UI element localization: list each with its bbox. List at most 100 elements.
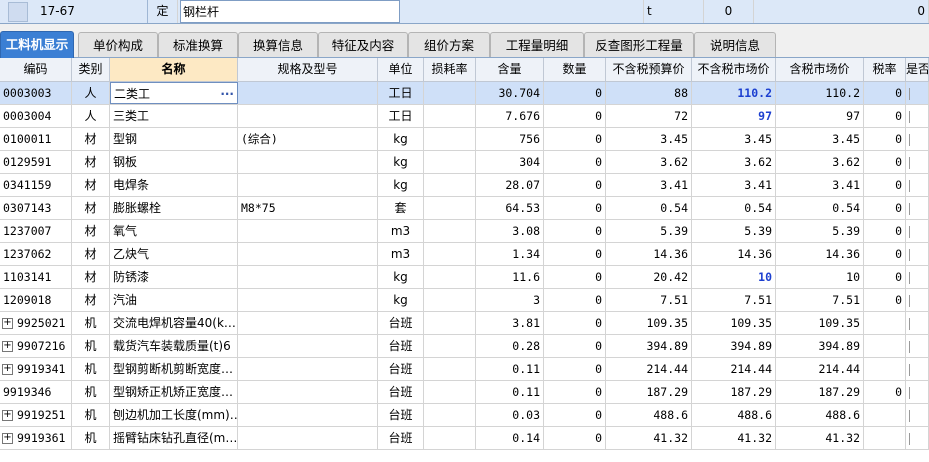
cell-tax-market-price[interactable]: 109.35: [776, 312, 864, 334]
cell-tax-market-price[interactable]: 394.89: [776, 335, 864, 357]
tab-material-display[interactable]: 工料机显示: [0, 31, 74, 58]
cell-tax-market-price[interactable]: 14.36: [776, 243, 864, 265]
cell-content[interactable]: 0.14: [476, 427, 544, 449]
cell-budget-price[interactable]: 3.62: [606, 151, 692, 173]
cell-market-price[interactable]: 110.2: [692, 82, 776, 104]
cell-content[interactable]: 0.11: [476, 381, 544, 403]
cell-name[interactable]: 型钢剪断机剪断宽度…: [110, 358, 238, 380]
cell-quantity[interactable]: 0: [544, 128, 606, 150]
cell-name[interactable]: 交流电焊机容量40(k…: [110, 312, 238, 334]
cell-loss[interactable]: [424, 220, 476, 242]
cell-type[interactable]: 材: [72, 289, 110, 311]
cell-loss[interactable]: [424, 243, 476, 265]
col-header-type[interactable]: 类别: [72, 58, 110, 81]
cell-name[interactable]: 摇臂钻床钻孔直径(m…: [110, 427, 238, 449]
col-header-content[interactable]: 含量: [476, 58, 544, 81]
cell-loss[interactable]: [424, 427, 476, 449]
plus-box-icon[interactable]: +: [2, 410, 13, 421]
cell-type[interactable]: 机: [72, 404, 110, 426]
cell-type[interactable]: 材: [72, 243, 110, 265]
cell-flag[interactable]: [906, 427, 929, 449]
cell-unit[interactable]: 台班: [378, 404, 424, 426]
cell-type[interactable]: 人: [72, 82, 110, 104]
table-row[interactable]: 1237062 材乙炔气 m3 1.34 0 14.36 14.36 14.36 0: [0, 243, 929, 266]
cell-spec[interactable]: [238, 358, 378, 380]
cell-market-price[interactable]: 14.36: [692, 243, 776, 265]
cell-tax-rate[interactable]: 0: [864, 266, 906, 288]
col-header-code[interactable]: 编码: [0, 58, 72, 81]
cell-tax-rate[interactable]: [864, 335, 906, 357]
cell-unit[interactable]: 台班: [378, 335, 424, 357]
cell-quantity[interactable]: 0: [544, 82, 606, 104]
cell-market-price[interactable]: 187.29: [692, 381, 776, 403]
cell-loss[interactable]: [424, 335, 476, 357]
cell-tax-rate[interactable]: 0: [864, 82, 906, 104]
flag-checkbox-icon[interactable]: [909, 202, 919, 215]
table-row[interactable]: +9919341 机型钢剪断机剪断宽度… 台班 0.11 0 214.44 214.44 21…: [0, 358, 929, 381]
cell-code[interactable]: 0003004: [0, 105, 72, 127]
cell-tax-rate[interactable]: 0: [864, 128, 906, 150]
plus-box-icon[interactable]: +: [2, 318, 13, 329]
cell-content[interactable]: 28.07: [476, 174, 544, 196]
table-row[interactable]: +9907216 机载货汽车装载质量(t)6 台班 0.28 0 394.89 394.89…: [0, 335, 929, 358]
tab-standard-conversion[interactable]: 标准换算: [158, 32, 238, 57]
cell-spec[interactable]: [238, 82, 378, 104]
cell-tax-rate[interactable]: 0: [864, 105, 906, 127]
cell-flag[interactable]: [906, 358, 929, 380]
cell-budget-price[interactable]: 88: [606, 82, 692, 104]
col-header-quantity[interactable]: 数量: [544, 58, 606, 81]
cell-tax-rate[interactable]: 0: [864, 243, 906, 265]
cell-name[interactable]: 氧气: [110, 220, 238, 242]
cell-unit[interactable]: kg: [378, 266, 424, 288]
cell-tax-rate[interactable]: 0: [864, 381, 906, 403]
cell-flag[interactable]: [906, 105, 929, 127]
tab-description[interactable]: 说明信息: [694, 32, 776, 57]
cell-code[interactable]: 1209018: [0, 289, 72, 311]
cell-flag[interactable]: [906, 381, 929, 403]
cell-type[interactable]: 机: [72, 427, 110, 449]
cell-market-price[interactable]: 488.6: [692, 404, 776, 426]
table-row[interactable]: 1237007 材氧气 m3 3.08 0 5.39 5.39 5.39 0: [0, 220, 929, 243]
table-row[interactable]: 0307143 材膨胀螺栓 M8*75 套 64.53 0 0.54 0.54 0.54 0: [0, 197, 929, 220]
cell-tax-market-price[interactable]: 5.39: [776, 220, 864, 242]
cell-market-price[interactable]: 41.32: [692, 427, 776, 449]
cell-quantity[interactable]: 0: [544, 358, 606, 380]
cell-content[interactable]: 3.81: [476, 312, 544, 334]
flag-checkbox-icon[interactable]: [909, 271, 919, 284]
flag-checkbox-icon[interactable]: [909, 409, 919, 422]
cell-name[interactable]: 电焊条: [110, 174, 238, 196]
cell-name[interactable]: 型钢: [110, 128, 238, 150]
cell-quantity[interactable]: 0: [544, 289, 606, 311]
flag-checkbox-icon[interactable]: [909, 363, 919, 376]
cell-loss[interactable]: [424, 289, 476, 311]
tab-features[interactable]: 特征及内容: [318, 32, 408, 57]
cell-name[interactable]: 三类工: [110, 105, 238, 127]
cell-tax-market-price[interactable]: 0.54: [776, 197, 864, 219]
cell-budget-price[interactable]: 0.54: [606, 197, 692, 219]
cell-budget-price[interactable]: 3.45: [606, 128, 692, 150]
cell-quantity[interactable]: 0: [544, 197, 606, 219]
cell-quantity[interactable]: 0: [544, 427, 606, 449]
cell-budget-price[interactable]: 20.42: [606, 266, 692, 288]
col-header-unit[interactable]: 单位: [378, 58, 424, 81]
cell-spec[interactable]: [238, 312, 378, 334]
flag-checkbox-icon[interactable]: [909, 110, 919, 123]
cell-market-price[interactable]: 394.89: [692, 335, 776, 357]
cell-unit[interactable]: m3: [378, 220, 424, 242]
cell-flag[interactable]: [906, 82, 929, 104]
cell-market-price[interactable]: 109.35: [692, 312, 776, 334]
cell-loss[interactable]: [424, 174, 476, 196]
cell-budget-price[interactable]: 187.29: [606, 381, 692, 403]
cell-unit[interactable]: m3: [378, 243, 424, 265]
cell-spec[interactable]: [238, 289, 378, 311]
cell-loss[interactable]: [424, 82, 476, 104]
flag-checkbox-icon[interactable]: [909, 294, 919, 307]
table-row[interactable]: 1209018 材汽油 kg 3 0 7.51 7.51 7.51 0: [0, 289, 929, 312]
table-row[interactable]: +9925021 机交流电焊机容量40(k… 台班 3.81 0 109.35 109.35…: [0, 312, 929, 335]
cell-loss[interactable]: [424, 266, 476, 288]
cell-code[interactable]: +9907216: [0, 335, 72, 357]
cell-tax-rate[interactable]: 0: [864, 220, 906, 242]
cell-spec[interactable]: [238, 381, 378, 403]
cell-name[interactable]: 防锈漆: [110, 266, 238, 288]
cell-type[interactable]: 机: [72, 358, 110, 380]
